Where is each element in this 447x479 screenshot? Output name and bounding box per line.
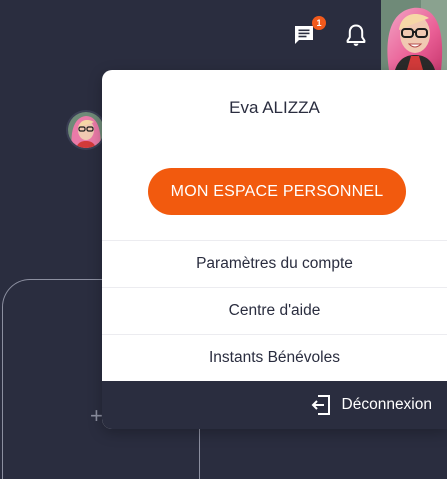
- logout-button[interactable]: Déconnexion: [310, 381, 432, 429]
- top-bar: 1: [0, 0, 447, 70]
- menu-item-help-center[interactable]: Centre d'aide: [102, 287, 447, 334]
- personal-space-button[interactable]: MON ESPACE PERSONNEL: [148, 168, 406, 215]
- user-menu-list: Paramètres du compte Centre d'aide Insta…: [102, 240, 447, 381]
- logout-bar: Déconnexion: [102, 381, 447, 429]
- notifications-button[interactable]: [340, 19, 372, 51]
- add-icon[interactable]: +: [90, 405, 103, 427]
- logout-label: Déconnexion: [341, 396, 432, 413]
- profile-thumbnail: [68, 112, 104, 148]
- menu-item-account-settings[interactable]: Paramètres du compte: [102, 240, 447, 287]
- user-name: Eva ALIZZA: [229, 98, 320, 117]
- menu-item-volunteer-moments[interactable]: Instants Bénévoles: [102, 334, 447, 381]
- messages-button[interactable]: 1: [288, 16, 326, 51]
- user-dropdown-menu: Eva ALIZZA MON ESPACE PERSONNEL Paramètr…: [102, 70, 447, 429]
- user-avatar-button[interactable]: [381, 0, 447, 70]
- logout-icon: [310, 394, 332, 416]
- avatar: [381, 0, 447, 70]
- bell-icon: [345, 23, 367, 47]
- messages-badge: 1: [312, 16, 326, 30]
